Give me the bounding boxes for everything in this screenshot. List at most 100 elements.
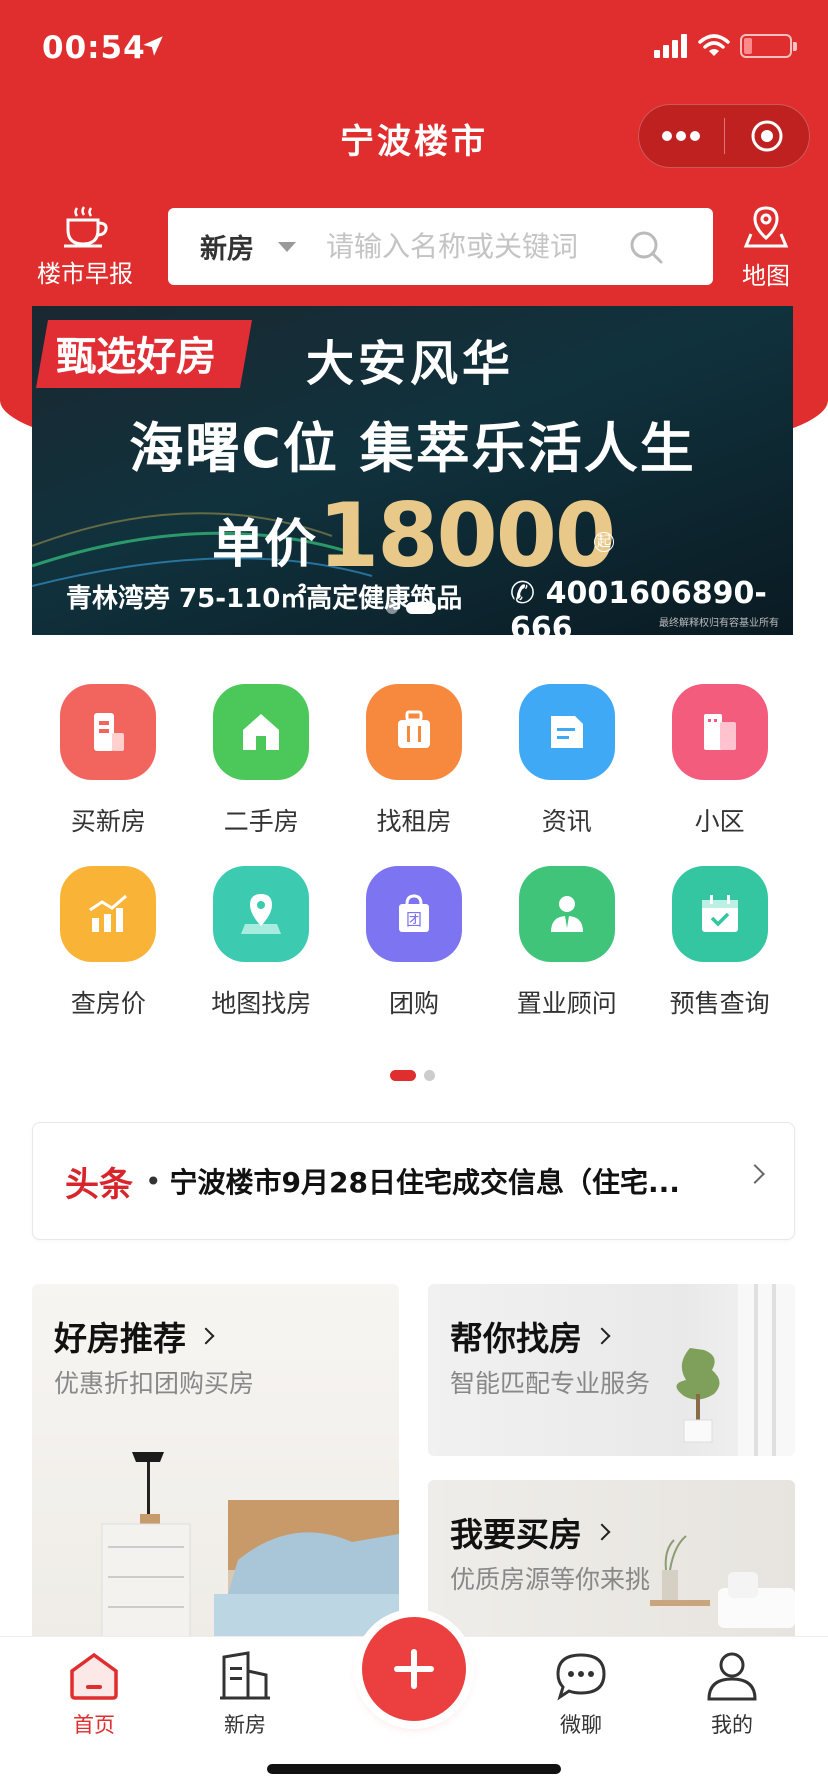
tab-mine-label: 我的 <box>711 1713 753 1737</box>
tab-home[interactable]: 首页 <box>44 1651 144 1739</box>
shopping-bag-icon: 团 <box>365 866 462 962</box>
banner-price-label: 单价 <box>212 515 317 575</box>
tab-mine[interactable]: 我的 <box>682 1651 782 1739</box>
banner-dot-active[interactable] <box>406 602 436 614</box>
grid-item-consultant[interactable]: 置业顾问 <box>490 866 643 1020</box>
headline-text: 宁波楼市9月28日住宅成交信息（住宅... <box>169 1166 680 1199</box>
headline-separator: • <box>145 1164 162 1198</box>
grid-item-house-price[interactable]: 查房价 <box>32 866 185 1020</box>
caret-down-icon[interactable] <box>278 241 296 252</box>
signal-icon <box>654 34 687 58</box>
buy-house-card-subtitle: 优质房源等你来挑 <box>450 1565 651 1594</box>
tab-new-house[interactable]: 新房 <box>195 1651 295 1739</box>
miniprogram-capsule <box>638 104 810 168</box>
chevron-right-icon <box>593 1327 611 1345</box>
buy-house-card-title: 我要买房 <box>450 1508 611 1556</box>
grid-item-group-buy[interactable]: 团 团购 <box>338 866 491 1020</box>
recommend-card-subtitle: 优惠折扣团购买房 <box>54 1369 255 1398</box>
tab-home-label: 首页 <box>73 1713 115 1737</box>
home-indicator <box>267 1764 561 1774</box>
banner-pagination <box>386 602 436 614</box>
community-icon <box>671 684 768 780</box>
banner-price: 18000 <box>318 484 616 587</box>
suitcase-icon <box>365 684 462 780</box>
publish-button[interactable] <box>362 1617 466 1721</box>
plus-icon <box>394 1649 434 1689</box>
map-pin-icon <box>743 206 789 248</box>
price-chart-icon <box>60 866 157 962</box>
buy-house-card[interactable]: 我要买房 优质房源等你来挑 <box>428 1480 795 1652</box>
recommend-card-title: 好房推荐 <box>54 1312 215 1360</box>
tab-chat-label: 微聊 <box>560 1713 602 1737</box>
chat-bubble-icon <box>556 1653 606 1701</box>
banner-dot[interactable] <box>386 602 398 614</box>
tab-chat[interactable]: 微聊 <box>531 1651 631 1739</box>
banner-slogan: 海曙C位 集萃乐活人生 <box>129 417 696 480</box>
battery-icon <box>740 34 797 58</box>
help-find-card[interactable]: 帮你找房 智能匹配专业服务 <box>428 1284 795 1456</box>
status-indicators <box>654 34 797 58</box>
grid-item-label: 团购 <box>388 989 439 1018</box>
grid-pagination <box>390 1070 435 1081</box>
grid-item-label: 二手房 <box>223 807 299 836</box>
home-icon <box>70 1652 118 1700</box>
building-icon <box>60 684 157 780</box>
grid-item-label: 买新房 <box>70 807 146 836</box>
headline-tag: 头条 <box>65 1164 133 1205</box>
wifi-icon <box>698 34 730 56</box>
grid-item-label: 置业顾问 <box>516 989 617 1018</box>
svg-text:团: 团 <box>406 910 422 929</box>
grid-item-label: 地图找房 <box>211 989 312 1018</box>
close-miniprogram-button[interactable] <box>725 105 810 167</box>
grid-item-label: 预售查询 <box>669 989 770 1018</box>
grid-item-rent[interactable]: 找租房 <box>338 684 491 838</box>
status-time: 00:54 <box>42 30 146 66</box>
grid-page-dot-active[interactable] <box>390 1070 416 1081</box>
grid-item-label: 查房价 <box>70 989 146 1018</box>
calendar-check-icon <box>671 866 768 962</box>
recommend-card[interactable]: 好房推荐 优惠折扣团购买房 <box>32 1284 399 1644</box>
banner-project-name: 大安风华 <box>306 336 515 392</box>
chevron-right-icon <box>593 1523 611 1541</box>
grid-item-community[interactable]: 小区 <box>643 684 796 838</box>
status-bar: 00:54 <box>0 0 828 100</box>
chevron-right-icon <box>745 1164 765 1184</box>
promo-banner[interactable]: 甄选好房 大安风华 海曙C位 集萃乐活人生 单价 18000 起 青林湾旁 75… <box>32 306 793 635</box>
search-icon[interactable] <box>628 229 664 265</box>
more-dots-icon <box>662 131 701 141</box>
help-find-card-subtitle: 智能匹配专业服务 <box>450 1369 651 1398</box>
feature-grid: 买新房 二手房 找租房 资讯 小区 查房价 地图找房 团 团购 置业顾问 预售查… <box>32 684 796 1020</box>
grid-item-second-hand[interactable]: 二手房 <box>185 684 338 838</box>
grid-item-news[interactable]: 资讯 <box>490 684 643 838</box>
chevron-right-icon <box>197 1327 215 1345</box>
user-icon <box>707 1652 757 1701</box>
map-pin-icon <box>213 866 310 962</box>
help-find-card-title: 帮你找房 <box>450 1312 611 1360</box>
search-type-selector[interactable]: 新房 <box>200 227 254 266</box>
banner-disclaimer: 最终解释权归有容基业所有 <box>659 618 779 629</box>
banner-price-suffix: 起 <box>594 532 614 552</box>
morning-report-button[interactable]: 楼市早报 <box>30 204 140 289</box>
search-bar[interactable]: 新房 <box>168 208 713 285</box>
consultant-icon <box>518 866 615 962</box>
map-label: 地图 <box>742 262 790 290</box>
grid-item-label: 找租房 <box>376 807 452 836</box>
grid-item-label: 资讯 <box>541 807 592 836</box>
grid-item-new-house[interactable]: 买新房 <box>32 684 185 838</box>
headline-news-bar[interactable]: 头条 • 宁波楼市9月28日住宅成交信息（住宅... <box>32 1122 795 1240</box>
grid-item-map-search[interactable]: 地图找房 <box>185 866 338 1020</box>
map-button[interactable]: 地图 <box>734 204 798 291</box>
grid-page-dot[interactable] <box>424 1070 435 1081</box>
coffee-cup-icon <box>64 206 108 248</box>
search-input[interactable] <box>326 230 616 263</box>
location-arrow-icon <box>143 36 163 56</box>
tab-new-house-label: 新房 <box>224 1713 266 1737</box>
target-circle-icon <box>751 120 783 152</box>
news-icon <box>518 684 615 780</box>
morning-report-label: 楼市早报 <box>37 260 133 288</box>
building-icon <box>220 1651 270 1700</box>
grid-item-label: 小区 <box>694 807 745 836</box>
grid-item-presale-query[interactable]: 预售查询 <box>643 866 796 1020</box>
banner-tag: 甄选好房 <box>36 320 252 388</box>
more-menu-button[interactable] <box>639 105 724 167</box>
